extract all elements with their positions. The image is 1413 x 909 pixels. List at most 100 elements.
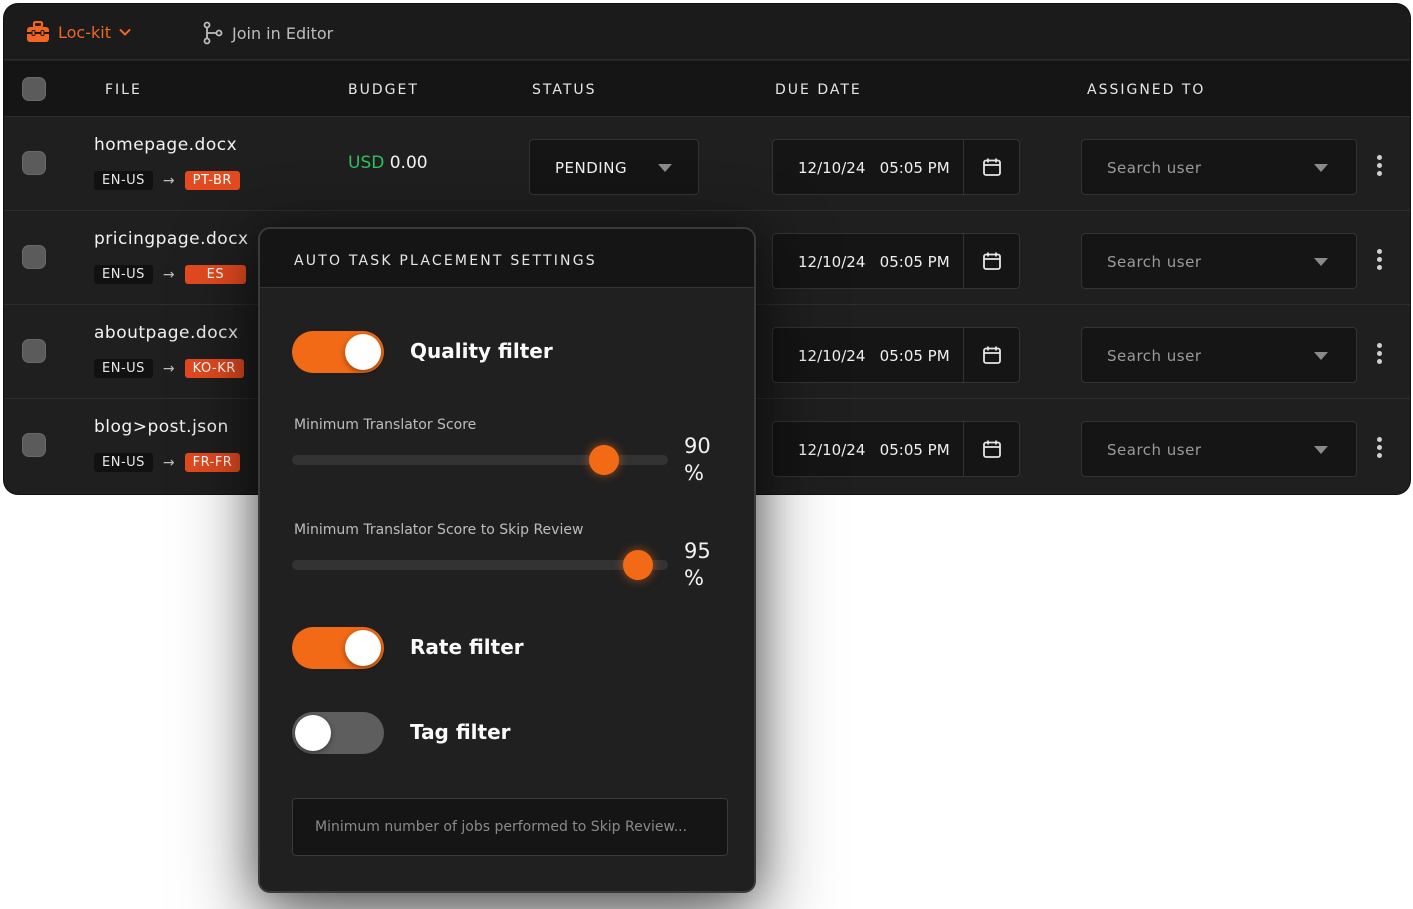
target-language-tag: FR-FR — [184, 453, 241, 472]
calendar-icon — [982, 252, 1001, 270]
slider-thumb[interactable] — [622, 550, 653, 580]
caret-down-icon — [1314, 446, 1328, 454]
min-score-label: Minimum Translator Score — [294, 417, 477, 433]
skip-review-score-slider[interactable] — [292, 550, 668, 580]
assignee-select[interactable]: Search user — [1081, 139, 1357, 195]
language-pair: EN-US → ES — [94, 265, 247, 284]
join-in-editor-button[interactable]: Join in Editor — [202, 21, 333, 45]
assignee-placeholder: Search user — [1107, 253, 1202, 271]
row-more-menu-icon[interactable] — [1372, 343, 1386, 367]
due-date-value: 12/10/24 05:05 PM — [798, 441, 950, 459]
target-language-tag: PT-BR — [184, 171, 240, 190]
caret-down-icon — [658, 164, 672, 172]
due-date-picker[interactable]: 12/10/24 05:05 PM — [772, 421, 1020, 477]
language-pair: EN-US → FR-FR — [94, 453, 241, 472]
source-language-tag: EN-US — [94, 359, 153, 378]
quality-filter-label: Quality filter — [410, 339, 553, 363]
min-jobs-input[interactable] — [292, 798, 728, 856]
skip-review-number: 95 — [684, 539, 711, 563]
brand-label: Loc-kit — [58, 22, 111, 42]
skip-review-score-value: 95% — [684, 538, 724, 592]
toggle-knob — [345, 334, 381, 370]
toolbox-icon — [27, 21, 49, 42]
min-score-unit: % — [684, 461, 704, 485]
rate-filter-toggle[interactable] — [292, 627, 384, 669]
git-branch-icon — [203, 21, 223, 45]
status-label: PENDING — [555, 159, 628, 177]
table-row: homepage.docx EN-US → PT-BR USD 0.00 PEN… — [4, 117, 1410, 211]
assignee-placeholder: Search user — [1107, 159, 1202, 177]
assignee-select[interactable]: Search user — [1081, 421, 1357, 477]
calendar-button[interactable] — [963, 234, 1019, 288]
min-score-value: 90% — [684, 433, 724, 487]
popover-header: AUTO TASK PLACEMENT SETTINGS — [260, 229, 754, 288]
arrow-right-icon: → — [162, 172, 175, 189]
file-name[interactable]: homepage.docx — [94, 135, 237, 155]
caret-down-icon — [1314, 164, 1328, 172]
top-bar: Loc-kit Join in Editor — [4, 4, 1410, 60]
source-language-tag: EN-US — [94, 453, 153, 472]
skip-review-unit: % — [684, 566, 704, 590]
file-name[interactable]: aboutpage.docx — [94, 323, 239, 343]
column-budget[interactable]: BUDGET — [348, 82, 419, 98]
budget-amount: 0.00 — [389, 153, 428, 173]
row-checkbox[interactable] — [22, 433, 46, 457]
calendar-button[interactable] — [963, 328, 1019, 382]
caret-down-icon — [1314, 258, 1328, 266]
tag-filter-label: Tag filter — [410, 720, 511, 744]
source-language-tag: EN-US — [94, 265, 153, 284]
calendar-icon — [982, 158, 1001, 176]
row-more-menu-icon[interactable] — [1372, 249, 1386, 273]
caret-down-icon — [1314, 352, 1328, 360]
row-more-menu-icon[interactable] — [1372, 155, 1386, 179]
column-file[interactable]: FILE — [105, 82, 142, 98]
project-switcher[interactable]: Loc-kit — [26, 21, 131, 43]
table-header: FILE BUDGET STATUS DUE DATE ASSIGNED TO — [4, 61, 1410, 117]
file-name[interactable]: pricingpage.docx — [94, 229, 249, 249]
language-pair: EN-US → KO-KR — [94, 359, 244, 378]
min-score-number: 90 — [684, 434, 711, 458]
quality-filter-toggle[interactable] — [292, 331, 384, 373]
column-status[interactable]: STATUS — [532, 82, 597, 98]
skip-review-score-label: Minimum Translator Score to Skip Review — [294, 522, 584, 538]
min-score-slider[interactable] — [292, 445, 668, 475]
calendar-button[interactable] — [963, 422, 1019, 476]
budget-currency: USD — [348, 153, 385, 173]
join-label: Join in Editor — [232, 23, 334, 43]
language-pair: EN-US → PT-BR — [94, 171, 240, 190]
assignee-select[interactable]: Search user — [1081, 233, 1357, 289]
due-date-picker[interactable]: 12/10/24 05:05 PM — [772, 327, 1020, 383]
budget-value: USD 0.00 — [348, 153, 428, 173]
due-date-picker[interactable]: 12/10/24 05:05 PM — [772, 233, 1020, 289]
row-more-menu-icon[interactable] — [1372, 437, 1386, 461]
file-name[interactable]: blog>post.json — [94, 417, 229, 437]
popover-title: AUTO TASK PLACEMENT SETTINGS — [294, 253, 597, 269]
due-date-value: 12/10/24 05:05 PM — [798, 347, 950, 365]
calendar-button[interactable] — [963, 140, 1019, 194]
calendar-icon — [982, 440, 1001, 458]
slider-thumb[interactable] — [589, 445, 620, 475]
due-date-picker[interactable]: 12/10/24 05:05 PM — [772, 139, 1020, 195]
calendar-icon — [982, 346, 1001, 364]
auto-task-placement-popover: AUTO TASK PLACEMENT SETTINGS Quality fil… — [258, 227, 756, 893]
select-all-checkbox[interactable] — [22, 77, 46, 101]
row-checkbox[interactable] — [22, 245, 46, 269]
toggle-knob — [345, 630, 381, 666]
tag-filter-toggle[interactable] — [292, 712, 384, 754]
assignee-placeholder: Search user — [1107, 441, 1202, 459]
due-date-value: 12/10/24 05:05 PM — [798, 253, 950, 271]
chevron-down-icon — [119, 28, 131, 36]
assignee-placeholder: Search user — [1107, 347, 1202, 365]
source-language-tag: EN-US — [94, 171, 153, 190]
column-due-date[interactable]: DUE DATE — [775, 82, 862, 98]
row-checkbox[interactable] — [22, 151, 46, 175]
arrow-right-icon: → — [162, 454, 175, 471]
row-checkbox[interactable] — [22, 339, 46, 363]
rate-filter-label: Rate filter — [410, 635, 524, 659]
assignee-select[interactable]: Search user — [1081, 327, 1357, 383]
column-assigned-to[interactable]: ASSIGNED TO — [1087, 82, 1205, 98]
toggle-knob — [295, 715, 331, 751]
due-date-value: 12/10/24 05:05 PM — [798, 159, 950, 177]
arrow-right-icon: → — [162, 266, 175, 283]
status-select[interactable]: PENDING — [529, 139, 699, 195]
